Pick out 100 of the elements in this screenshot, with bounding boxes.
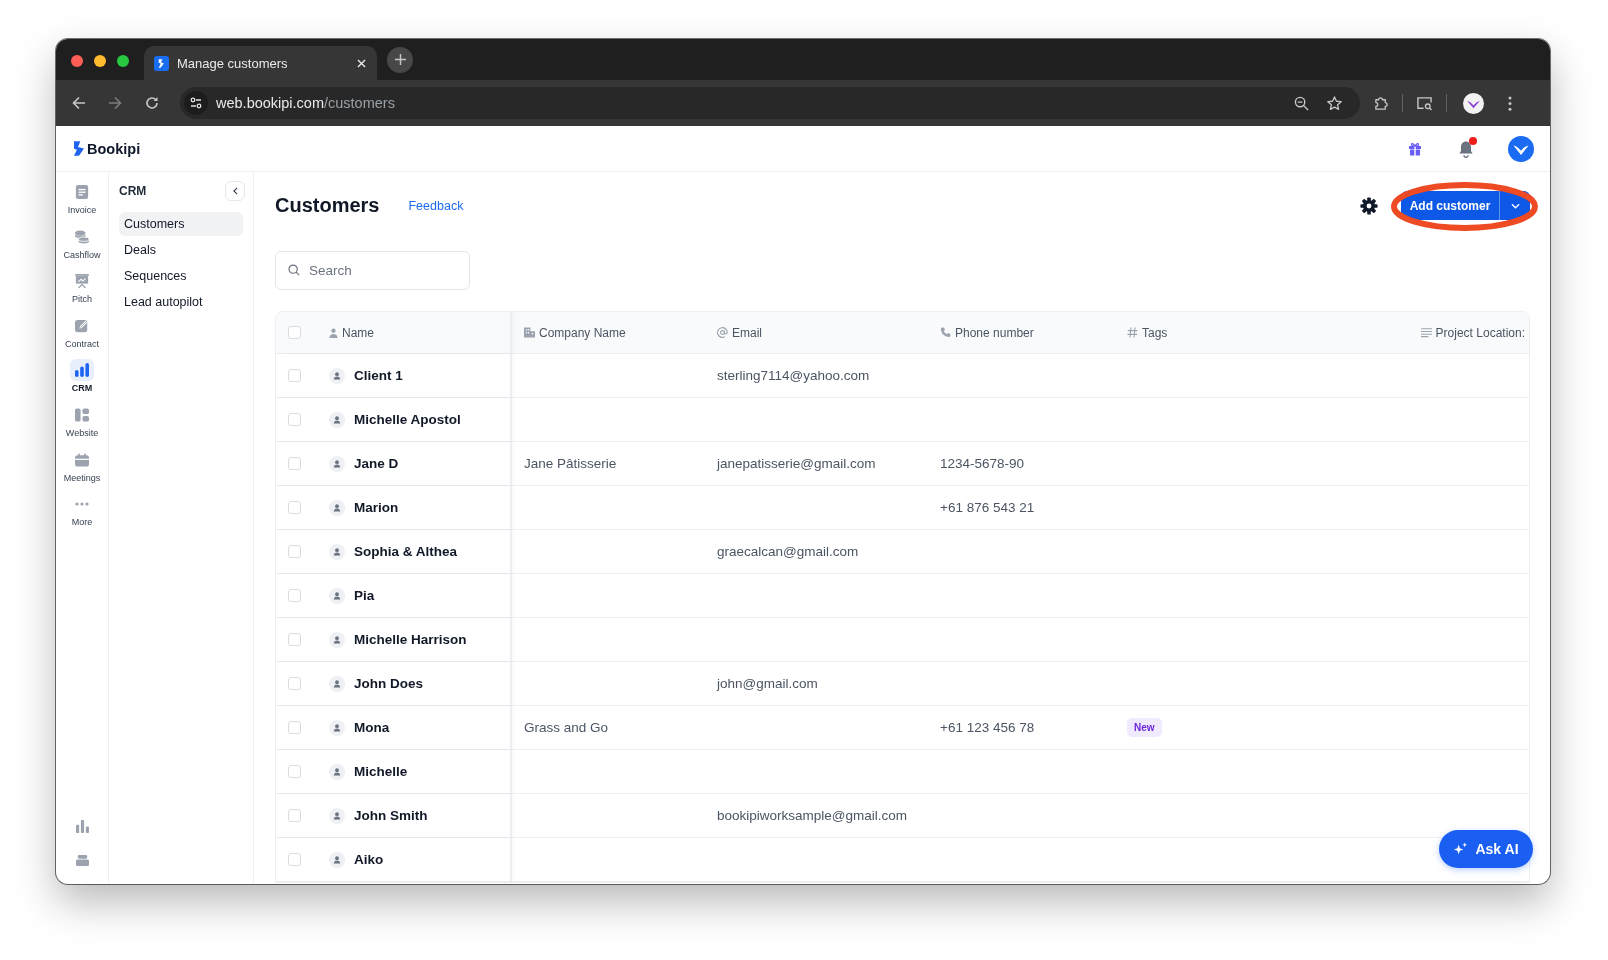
email-address: graecalcan@gmail.com: [717, 544, 859, 559]
tag-badge: New: [1127, 718, 1162, 737]
row-checkbox[interactable]: [288, 721, 301, 734]
puzzle-icon[interactable]: [1374, 95, 1389, 111]
column-header[interactable]: Project Location:: [1435, 325, 1525, 340]
person-icon: [329, 807, 345, 824]
browser-tab[interactable]: Manage customers: [144, 46, 377, 80]
customer-name[interactable]: Aiko: [354, 852, 384, 867]
rail-item[interactable]: CRM: [56, 357, 108, 402]
bell-icon[interactable]: [1458, 139, 1474, 158]
row-checkbox[interactable]: [288, 809, 301, 822]
customer-name[interactable]: Pia: [354, 588, 375, 603]
hash-icon: [1127, 327, 1138, 338]
site-settings-icon[interactable]: [184, 91, 208, 115]
bar-chart-icon: [75, 363, 89, 378]
sidebar-item[interactable]: Sequences: [119, 264, 243, 288]
avatar-icon[interactable]: [1508, 135, 1534, 162]
menu-icon[interactable]: [1508, 95, 1512, 111]
tray-icon[interactable]: [75, 854, 89, 867]
customer-name[interactable]: John Smith: [354, 808, 428, 823]
email-address: bookipiworksample@gmail.com: [717, 808, 908, 823]
close-icon[interactable]: [357, 58, 366, 68]
phone-number: +61 876 543 21: [940, 500, 1035, 515]
customer-name[interactable]: Jane D: [354, 456, 399, 471]
close-window-button[interactable]: [71, 54, 83, 67]
add-customer-button[interactable]: Add customer: [1401, 191, 1499, 220]
minimize-window-button[interactable]: [94, 54, 106, 67]
search-field[interactable]: Search: [275, 251, 470, 290]
rail-item[interactable]: More: [56, 491, 108, 536]
row-checkbox[interactable]: [288, 853, 301, 866]
row-checkbox[interactable]: [288, 633, 301, 646]
star-icon[interactable]: [1327, 95, 1342, 111]
row-checkbox[interactable]: [288, 457, 301, 470]
customer-name[interactable]: Marion: [354, 500, 399, 515]
address-bar[interactable]: web.bookipi.com/customers: [180, 87, 1360, 119]
sidebar-item[interactable]: Lead autopilot: [119, 290, 243, 314]
calendar-icon: [75, 452, 89, 467]
column-header[interactable]: Phone number: [955, 325, 1034, 340]
maximize-window-button[interactable]: [117, 54, 129, 67]
person-icon: [329, 587, 345, 604]
forward-arrow-icon[interactable]: [108, 96, 122, 110]
search-icon: [288, 264, 300, 276]
person-icon: [329, 851, 345, 868]
rail-item[interactable]: Meetings: [56, 446, 108, 492]
favicon-icon: [154, 55, 169, 71]
row-checkbox[interactable]: [288, 589, 301, 602]
caret-icon: [1510, 202, 1520, 209]
feedback-link[interactable]: Feedback: [408, 198, 464, 213]
person-icon: [329, 411, 345, 428]
settings-icon[interactable]: [1360, 196, 1378, 215]
gift-icon[interactable]: [1408, 141, 1422, 156]
layout-icon: [75, 407, 89, 422]
new-tab-button[interactable]: [387, 46, 413, 73]
sidebar-title: CRM: [119, 184, 147, 198]
ask-ai-button[interactable]: Ask AI: [1439, 830, 1533, 868]
person-icon: [329, 763, 345, 780]
document-icon: [75, 185, 89, 199]
sidebar-item[interactable]: Customers: [119, 212, 243, 236]
email-address: sterling7114@yahoo.com: [717, 368, 870, 383]
person-icon: [329, 631, 345, 648]
person-icon: [329, 499, 345, 516]
person-icon: [329, 719, 345, 736]
plus-icon: [394, 54, 406, 65]
email-address: janepatisserie@gmail.com: [717, 456, 876, 471]
rail-item[interactable]: Invoice: [56, 179, 108, 224]
rail-item[interactable]: Website: [56, 401, 108, 447]
select-all-checkbox[interactable]: [288, 326, 301, 339]
pen-square-icon: [75, 318, 89, 333]
row-checkbox[interactable]: [288, 545, 301, 558]
row-checkbox[interactable]: [288, 413, 301, 426]
row-checkbox[interactable]: [288, 677, 301, 690]
rail-item[interactable]: Pitch: [56, 268, 108, 313]
column-header[interactable]: Email: [732, 325, 762, 340]
phone-number: 1234-5678-90: [940, 456, 1025, 471]
customer-name[interactable]: Michelle Apostol: [354, 412, 461, 427]
customer-name[interactable]: Michelle Harrison: [354, 632, 467, 647]
customer-name[interactable]: Mona: [354, 720, 390, 735]
customer-name[interactable]: Michelle: [354, 764, 408, 779]
media-search-icon[interactable]: [1416, 95, 1433, 111]
customer-name[interactable]: Sophia & Althea: [354, 544, 457, 559]
reload-icon[interactable]: [145, 96, 159, 110]
column-header[interactable]: Name: [342, 325, 374, 340]
row-checkbox[interactable]: [288, 501, 301, 514]
profile-icon[interactable]: [1463, 92, 1484, 114]
column-header[interactable]: Tags: [1142, 325, 1168, 340]
sparkle-icon: [1453, 841, 1469, 857]
person-icon: [329, 327, 338, 338]
column-header[interactable]: Company Name: [539, 325, 626, 340]
back-arrow-icon[interactable]: [72, 96, 86, 110]
analytics-icon[interactable]: [75, 820, 89, 833]
email-address: john@gmail.com: [717, 676, 818, 691]
sidebar-item[interactable]: Deals: [119, 238, 243, 262]
customer-name[interactable]: John Does: [354, 676, 423, 691]
zoom-out-icon[interactable]: [1294, 95, 1309, 111]
rail-item[interactable]: Cashflow: [56, 223, 108, 269]
row-checkbox[interactable]: [288, 765, 301, 778]
customer-name[interactable]: Client 1: [354, 368, 403, 383]
rail-item[interactable]: Contract: [56, 312, 108, 358]
row-checkbox[interactable]: [288, 369, 301, 382]
phone-icon: [940, 327, 951, 338]
